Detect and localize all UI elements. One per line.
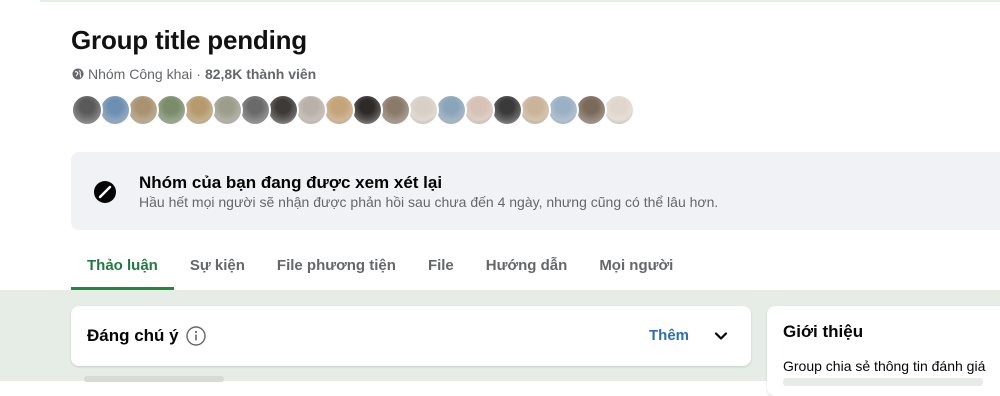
avatar[interactable] (575, 94, 607, 126)
notice-subtext: Hầu hết mọi người sẽ nhận được phản hồi … (139, 194, 719, 210)
avatar[interactable] (547, 94, 579, 126)
tab-people[interactable]: Mọi người (583, 240, 689, 290)
tab-events[interactable]: Sự kiện (174, 240, 261, 290)
member-avatars[interactable] (71, 94, 635, 126)
avatar[interactable] (603, 94, 635, 126)
featured-more-link[interactable]: Thêm (649, 327, 689, 344)
avatar[interactable] (351, 94, 383, 126)
avatar[interactable] (463, 94, 495, 126)
avatar[interactable] (379, 94, 411, 126)
avatar[interactable] (127, 94, 159, 126)
featured-label: Đáng chú ý (87, 326, 179, 345)
chevron-down-icon[interactable] (713, 328, 729, 344)
avatar[interactable] (435, 94, 467, 126)
avatar[interactable] (267, 94, 299, 126)
info-icon[interactable] (186, 326, 206, 346)
group-tabs: Thảo luận Sự kiện File phương tiện File … (71, 240, 689, 290)
about-text: Group chia sẻ thông tin đánh giá (783, 358, 986, 374)
review-notice: Nhóm của bạn đang được xem xét lại Hầu h… (71, 152, 1000, 230)
tab-discussion[interactable]: Thảo luận (71, 240, 174, 290)
tab-guides[interactable]: Hướng dẫn (470, 240, 584, 290)
feed-placeholder (84, 376, 224, 382)
avatar[interactable] (407, 94, 439, 126)
tab-media[interactable]: File phương tiện (261, 240, 412, 290)
avatar[interactable] (155, 94, 187, 126)
notice-heading: Nhóm của bạn đang được xem xét lại (139, 173, 443, 192)
featured-card: Đáng chú ý Thêm (71, 306, 751, 366)
avatar[interactable] (491, 94, 523, 126)
top-divider (40, 0, 1000, 2)
member-count[interactable]: 82,8K thành viên (205, 66, 316, 82)
group-title: Group title pending (71, 25, 307, 55)
about-card: Giới thiệu Group chia sẻ thông tin đánh … (767, 306, 1000, 396)
avatar[interactable] (211, 94, 243, 126)
avatar[interactable] (239, 94, 271, 126)
avatar[interactable] (183, 94, 215, 126)
about-heading: Giới thiệu (783, 322, 864, 341)
avatar[interactable] (323, 94, 355, 126)
privacy-label[interactable]: Nhóm Công khai (88, 66, 192, 82)
avatar[interactable] (71, 94, 103, 126)
avatar[interactable] (99, 94, 131, 126)
meta-separator: · (196, 66, 201, 82)
globe-icon (72, 68, 84, 80)
group-meta: Nhóm Công khai · 82,8K thành viên (72, 66, 316, 82)
avatar[interactable] (295, 94, 327, 126)
avatar[interactable] (519, 94, 551, 126)
disabled-icon (94, 181, 116, 203)
tab-files[interactable]: File (412, 240, 470, 290)
about-text-faded (783, 378, 983, 386)
